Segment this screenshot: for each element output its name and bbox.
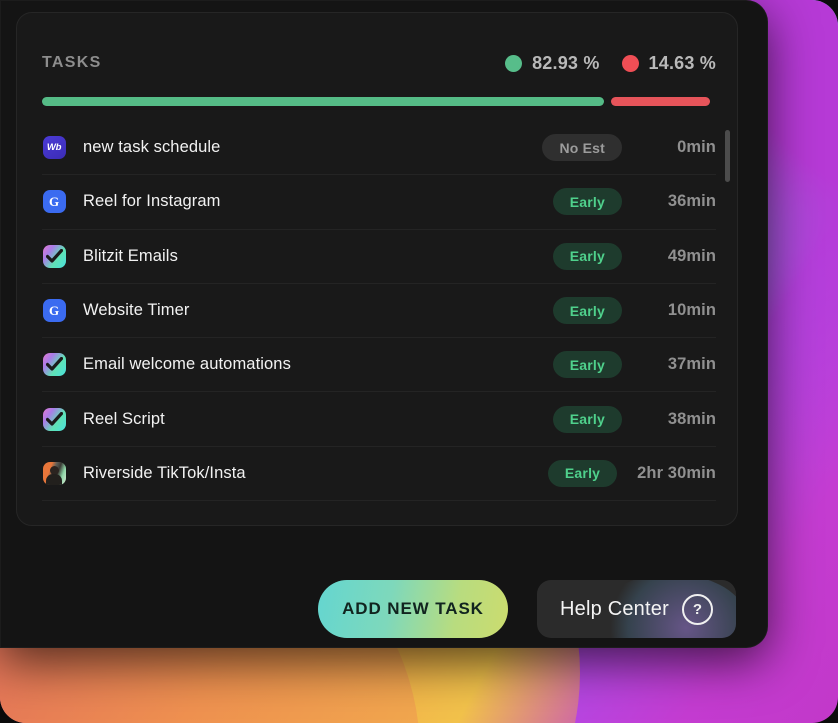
task-row[interactable]: G Reel for Instagram Early 36min — [42, 175, 716, 230]
add-new-task-button[interactable]: ADD NEW TASK — [318, 580, 508, 638]
task-title: Blitzit Emails — [83, 246, 178, 265]
question-mark-icon: ? — [681, 593, 713, 625]
task-list-scrollbar[interactable] — [725, 130, 730, 182]
task-title: new task schedule — [83, 138, 221, 157]
webflow-app-icon: Wb — [42, 136, 66, 160]
app-window: TASKS 82.93 % 14.63 % Wb new task schedul… — [0, 0, 768, 648]
task-row[interactable]: Riverside TikTok/Insta Early 2hr 30min — [42, 447, 716, 502]
task-row[interactable]: Reel Script Early 38min — [42, 392, 716, 447]
screen: TASKS 82.93 % 14.63 % Wb new task schedul… — [0, 0, 838, 723]
task-row[interactable]: Email welcome automations Early 37min — [42, 338, 716, 393]
status-badge: Early — [552, 242, 622, 270]
progress-bar — [42, 97, 710, 106]
blitzit-app-icon — [42, 244, 66, 268]
stat-overdue: 14.63 % — [621, 53, 716, 74]
task-duration: 38min — [667, 409, 716, 428]
avatar-photo-icon — [42, 461, 66, 485]
status-badge: Early — [552, 297, 622, 325]
progress-bar-green — [42, 97, 604, 106]
task-duration: 2hr 30min — [637, 463, 716, 482]
status-badge: Early — [552, 405, 622, 433]
status-badge: No Est — [542, 134, 622, 162]
blitzit-app-icon — [42, 407, 66, 431]
status-badge: Early — [552, 351, 622, 379]
google-app-icon: G — [42, 190, 66, 214]
task-duration: 49min — [667, 246, 716, 265]
task-duration: 37min — [667, 355, 716, 374]
stat-completed: 82.93 % — [505, 53, 599, 74]
stat-completed-value: 82.93 % — [532, 53, 600, 73]
google-app-icon: G — [42, 299, 66, 323]
task-row[interactable]: G Website Timer Early 10min — [42, 284, 716, 339]
task-row[interactable]: Wb new task schedule No Est 0min — [42, 121, 716, 176]
help-center-label: Help Center — [560, 597, 669, 620]
green-dot-icon — [505, 55, 523, 72]
task-title: Website Timer — [83, 301, 190, 320]
task-row[interactable]: Blitzit Emails Early 49min — [42, 230, 716, 284]
task-duration: 36min — [667, 192, 716, 211]
page-title: TASKS — [42, 54, 102, 71]
status-badge: Early — [552, 188, 622, 216]
tasks-card: TASKS 82.93 % 14.63 % Wb new task schedul… — [16, 12, 738, 526]
task-duration: 10min — [667, 301, 716, 320]
tasks-card-header: TASKS 82.93 % 14.63 % — [17, 13, 737, 89]
task-list[interactable]: Wb new task schedule No Est 0min G Reel for I… — [17, 121, 737, 525]
task-title: Email welcome automations — [83, 355, 291, 374]
stats-group: 82.93 % 14.63 % — [505, 53, 716, 74]
task-title: Reel Script — [83, 409, 165, 428]
task-duration: 0min — [677, 138, 716, 157]
stat-overdue-value: 14.63 % — [648, 53, 716, 73]
status-badge: Early — [547, 459, 618, 487]
task-title: Riverside TikTok/Insta — [83, 463, 246, 482]
progress-bar-red — [610, 97, 710, 106]
help-center-button[interactable]: Help Center ? — [537, 580, 736, 638]
red-dot-icon — [621, 55, 639, 72]
task-title: Reel for Instagram — [83, 192, 221, 211]
footer-actions: ADD NEW TASK Help Center ? — [16, 580, 752, 640]
blitzit-app-icon — [42, 353, 66, 377]
